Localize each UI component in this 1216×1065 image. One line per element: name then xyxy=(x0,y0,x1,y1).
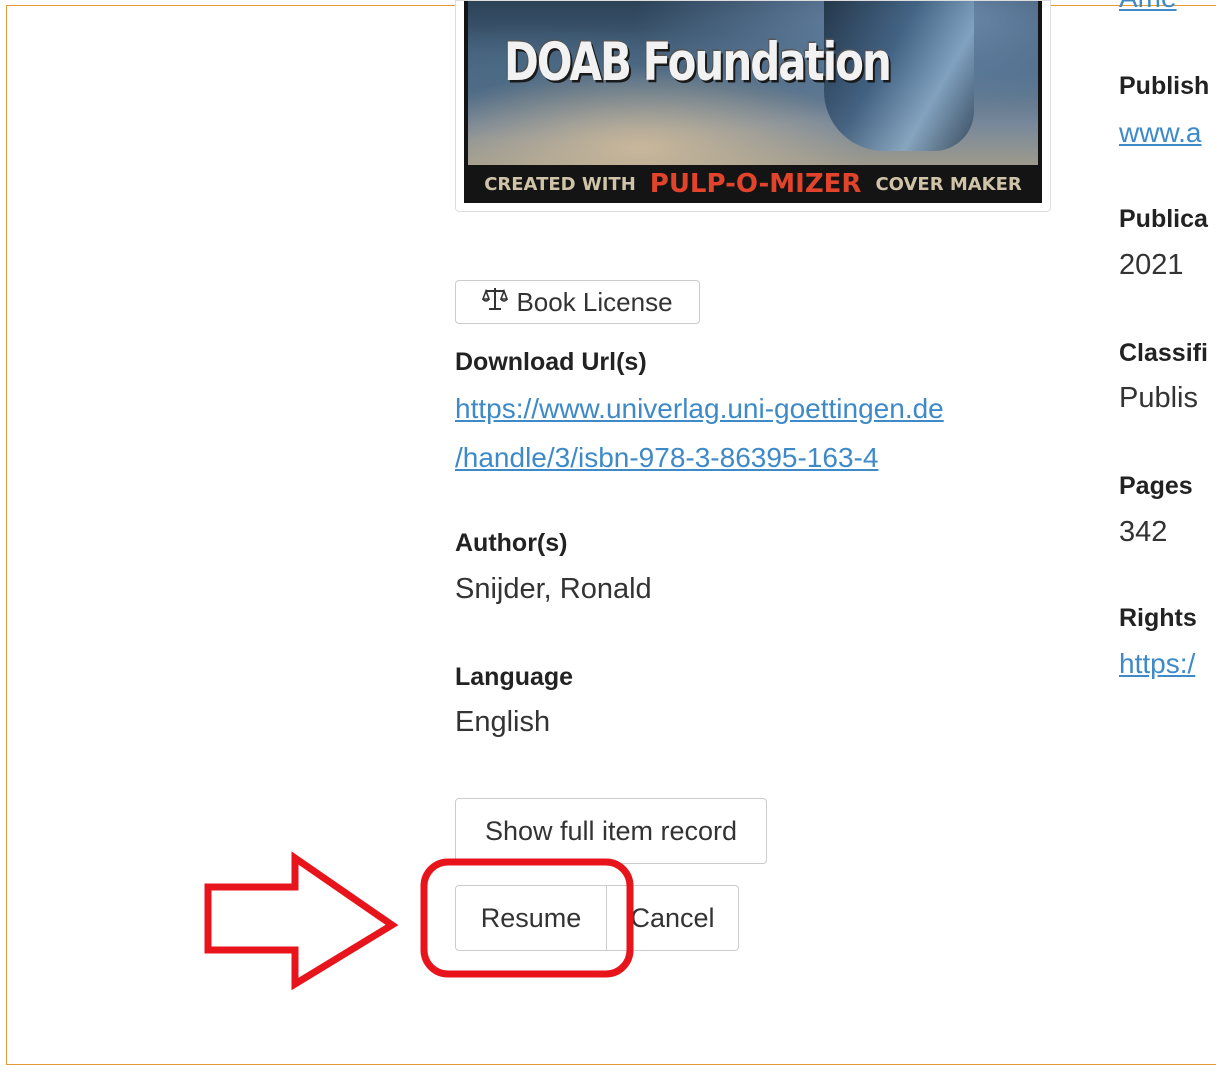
classification-value: Publis xyxy=(1119,382,1198,414)
rights-label: Rights xyxy=(1119,604,1197,632)
cover-footer-brand: PULP-O-MIZER xyxy=(649,169,862,199)
resume-button[interactable]: Resume xyxy=(455,885,607,951)
download-url-label: Download Url(s) xyxy=(455,348,647,376)
download-url-link-line1[interactable]: https://www.univerlag.uni-goettingen.de xyxy=(455,393,944,425)
language-value: English xyxy=(455,706,551,738)
show-full-item-record-button[interactable]: Show full item record xyxy=(455,798,767,864)
book-license-button[interactable]: Book License xyxy=(455,280,700,324)
publication-year-value: 2021 xyxy=(1119,249,1184,281)
cancel-button[interactable]: Cancel xyxy=(606,885,739,951)
authors-value: Snijder, Ronald xyxy=(455,573,652,605)
publisher-label: Publish xyxy=(1119,72,1210,100)
language-label: Language xyxy=(455,663,574,691)
classification-label: Classifi xyxy=(1119,339,1208,367)
cover-footer: CREATED WITH PULP-O-MIZER COVER MAKER xyxy=(464,165,1042,203)
cover-footer-left: CREATED WITH xyxy=(484,173,636,195)
publication-year-label: Publica xyxy=(1119,205,1208,233)
book-license-label: Book License xyxy=(516,286,673,317)
book-cover: DOAB Foundation CREATED WITH PULP-O-MIZE… xyxy=(455,0,1051,212)
metadata-right-column: Ame Publish www.a Publica 2021 Classifi … xyxy=(1119,0,1210,1057)
balance-scale-icon xyxy=(482,286,509,319)
publisher-link[interactable]: www.a xyxy=(1119,117,1201,149)
cover-footer-right: COVER MAKER xyxy=(875,173,1022,195)
top-clipped-link[interactable]: Ame xyxy=(1119,0,1177,14)
pages-value: 342 xyxy=(1119,516,1168,548)
authors-label: Author(s) xyxy=(455,529,568,557)
download-url-link-line2[interactable]: /handle/3/isbn-978-3-86395-163-4 xyxy=(455,442,878,474)
pages-label: Pages xyxy=(1119,472,1193,500)
cover-image: DOAB Foundation CREATED WITH PULP-O-MIZE… xyxy=(464,1,1042,203)
cover-title: DOAB Foundation xyxy=(504,31,892,93)
rights-link[interactable]: https:/ xyxy=(1119,648,1195,680)
